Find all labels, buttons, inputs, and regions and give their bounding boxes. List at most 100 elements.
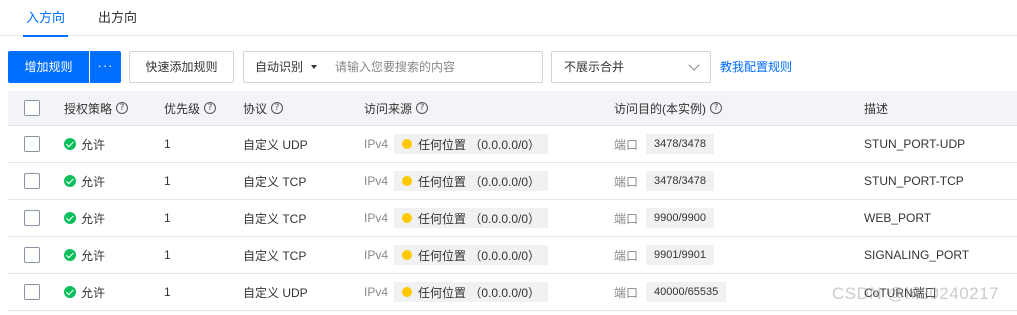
protocol-value: 自定义 TCP xyxy=(243,174,307,189)
port-label: 端口 xyxy=(614,174,639,189)
table-row: 允许 1 自定义 TCP IPv4 任何位置 （0.0.0.0/0） 端口 9901… xyxy=(8,237,1017,274)
port-value: 9901/9901 xyxy=(646,245,715,265)
location-dot-icon xyxy=(402,287,413,297)
source-value: 任何位置 （0.0.0.0/0） xyxy=(418,137,541,152)
source-value: 任何位置 （0.0.0.0/0） xyxy=(418,211,541,226)
tab-inbound[interactable]: 入方向 xyxy=(22,0,69,37)
toolbar: 增加规则 ··· 快速添加规则 自动识别 不展示合并 教我配置规则 xyxy=(0,51,1017,83)
quick-add-rule-button[interactable]: 快速添加规则 xyxy=(129,51,234,83)
source-chip: 任何位置 （0.0.0.0/0） xyxy=(394,282,549,302)
search-input[interactable] xyxy=(335,52,539,82)
header-protocol-label: 协议 xyxy=(243,101,268,116)
location-dot-icon xyxy=(402,139,413,149)
help-icon[interactable]: ? xyxy=(116,102,129,114)
header-priority: 优先级? xyxy=(164,91,217,125)
chevron-down-icon xyxy=(688,59,700,71)
row-checkbox[interactable] xyxy=(24,136,40,152)
policy-value: 允许 xyxy=(81,248,106,263)
help-configure-rules-link[interactable]: 教我配置规则 xyxy=(720,51,792,83)
check-circle-icon xyxy=(64,138,76,150)
header-priority-label: 优先级 xyxy=(164,101,201,116)
select-all-checkbox[interactable] xyxy=(24,100,40,116)
header-destination: 访问目的(本实例)? xyxy=(614,91,722,125)
protocol-value: 自定义 TCP xyxy=(243,211,307,226)
row-checkbox[interactable] xyxy=(24,247,40,263)
description-value: WEB_PORT xyxy=(864,211,932,225)
location-dot-icon xyxy=(402,176,413,186)
security-rules-table: 授权策略? 优先级? 协议? 访问来源? 访问目的(本实例)? 描述 允许 1 … xyxy=(8,91,1017,311)
protocol-value: 自定义 UDP xyxy=(243,285,308,300)
help-icon[interactable]: ? xyxy=(710,102,722,114)
header-source-label: 访问来源 xyxy=(364,101,413,116)
check-circle-icon xyxy=(64,249,76,261)
caret-down-icon xyxy=(311,65,317,69)
port-value: 40000/65535 xyxy=(646,282,727,302)
merge-display-value: 不展示合并 xyxy=(564,60,625,74)
port-label: 端口 xyxy=(614,285,639,300)
description-value: SIGNALING_PORT xyxy=(864,248,970,262)
port-label: 端口 xyxy=(614,211,639,226)
ip-version: IPv4 xyxy=(364,137,389,151)
search-box: 自动识别 xyxy=(243,51,543,83)
help-icon[interactable]: ? xyxy=(416,102,429,114)
header-description-label: 描述 xyxy=(864,101,889,116)
source-value: 任何位置 （0.0.0.0/0） xyxy=(418,174,541,189)
source-chip: 任何位置 （0.0.0.0/0） xyxy=(394,171,549,191)
protocol-value: 自定义 TCP xyxy=(243,248,307,263)
search-type-label: 自动识别 xyxy=(255,60,304,74)
tab-outbound[interactable]: 出方向 xyxy=(98,0,137,36)
ip-version: IPv4 xyxy=(364,174,389,188)
row-checkbox[interactable] xyxy=(24,210,40,226)
row-checkbox[interactable] xyxy=(24,284,40,300)
header-destination-label: 访问目的(本实例) xyxy=(614,101,706,116)
location-dot-icon xyxy=(402,250,413,260)
description-value: STUN_PORT-UDP xyxy=(864,137,966,151)
add-rule-button[interactable]: 增加规则 xyxy=(8,51,89,83)
source-value: 任何位置 （0.0.0.0/0） xyxy=(418,248,541,263)
direction-tabs: 入方向 出方向 xyxy=(0,0,1017,37)
table-row: 允许 1 自定义 TCP IPv4 任何位置 （0.0.0.0/0） 端口 9900… xyxy=(8,200,1017,237)
header-source: 访问来源? xyxy=(364,91,429,125)
priority-value: 1 xyxy=(164,174,171,188)
location-dot-icon xyxy=(402,213,413,223)
protocol-value: 自定义 UDP xyxy=(243,137,308,152)
description-value: STUN_PORT-TCP xyxy=(864,174,964,188)
check-circle-icon xyxy=(64,175,76,187)
check-circle-icon xyxy=(64,212,76,224)
search-type-dropdown[interactable]: 自动识别 xyxy=(244,52,328,82)
priority-value: 1 xyxy=(164,211,171,225)
table-header: 授权策略? 优先级? 协议? 访问来源? 访问目的(本实例)? 描述 xyxy=(8,91,1017,126)
port-label: 端口 xyxy=(614,137,639,152)
policy-value: 允许 xyxy=(81,211,106,226)
priority-value: 1 xyxy=(164,137,171,151)
watermark-text: CSDN @hi20240217 xyxy=(832,284,1000,303)
policy-value: 允许 xyxy=(81,174,106,189)
priority-value: 1 xyxy=(164,285,171,299)
policy-value: 允许 xyxy=(81,285,106,300)
ip-version: IPv4 xyxy=(364,211,389,225)
table-row: 允许 1 自定义 UDP IPv4 任何位置 （0.0.0.0/0） 端口 3478… xyxy=(8,126,1017,163)
source-value: 任何位置 （0.0.0.0/0） xyxy=(418,285,541,300)
ip-version: IPv4 xyxy=(364,285,389,299)
help-icon[interactable]: ? xyxy=(271,102,284,114)
source-chip: 任何位置 （0.0.0.0/0） xyxy=(394,134,549,154)
row-checkbox[interactable] xyxy=(24,173,40,189)
port-value: 3478/3478 xyxy=(646,134,715,154)
port-label: 端口 xyxy=(614,248,639,263)
port-value: 9900/9900 xyxy=(646,208,715,228)
priority-value: 1 xyxy=(164,248,171,262)
ip-version: IPv4 xyxy=(364,248,389,262)
source-chip: 任何位置 （0.0.0.0/0） xyxy=(394,245,549,265)
merge-display-select[interactable]: 不展示合并 xyxy=(551,51,711,83)
help-icon[interactable]: ? xyxy=(204,102,217,114)
header-policy-label: 授权策略 xyxy=(64,101,113,116)
port-value: 3478/3478 xyxy=(646,171,715,191)
policy-value: 允许 xyxy=(81,137,106,152)
header-policy: 授权策略? xyxy=(64,91,129,125)
header-protocol: 协议? xyxy=(243,91,284,125)
check-circle-icon xyxy=(64,286,76,298)
table-row: 允许 1 自定义 TCP IPv4 任何位置 （0.0.0.0/0） 端口 3478… xyxy=(8,163,1017,200)
more-actions-button[interactable]: ··· xyxy=(90,51,121,83)
source-chip: 任何位置 （0.0.0.0/0） xyxy=(394,208,549,228)
header-description: 描述 xyxy=(864,91,888,125)
